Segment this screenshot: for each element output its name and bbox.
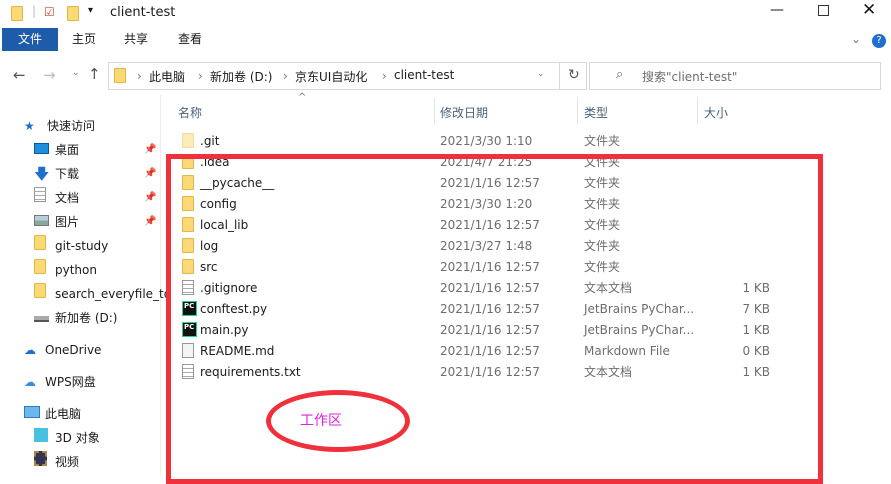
star-icon: ★: [24, 119, 35, 133]
file-name: .git: [200, 134, 220, 148]
sidebar-item[interactable]: 桌面 📌: [0, 138, 160, 162]
minimize-icon[interactable]: —: [770, 2, 784, 18]
sidebar-item[interactable]: python: [0, 258, 160, 282]
forward-arrow-icon[interactable]: →: [43, 66, 56, 84]
sidebar-item-label: WPS网盘: [45, 375, 96, 389]
breadcrumb-drive[interactable]: 新加卷 (D:): [210, 68, 272, 85]
sidebar-item[interactable]: 此电脑: [0, 402, 160, 426]
cloud-outline-icon: ☁: [24, 375, 36, 389]
tab-view[interactable]: 查看: [166, 28, 214, 51]
new-folder-icon[interactable]: [67, 6, 79, 21]
sidebar-item[interactable]: ★ 快速访问: [0, 114, 160, 138]
folder-icon: [34, 258, 46, 282]
sidebar-item-label: python: [55, 263, 97, 277]
folder-icon: [34, 234, 46, 258]
computer-icon: [24, 402, 40, 426]
refresh-icon[interactable]: ↻: [568, 67, 580, 83]
sidebar-item[interactable]: ☁ OneDrive: [0, 338, 160, 362]
file-date: 2021/3/30 1:10: [440, 134, 533, 148]
sidebar-item-label: 桌面: [55, 143, 80, 157]
sidebar-item[interactable]: 文档 📌: [0, 186, 160, 210]
expand-ribbon-chevron-icon[interactable]: ⌄: [851, 32, 861, 46]
sidebar-item-label: OneDrive: [45, 343, 102, 357]
video-icon: [34, 450, 47, 474]
divider: |: [32, 4, 37, 18]
sidebar-item-label: search_everyfile_to: [55, 287, 172, 301]
download-icon: 🡇: [34, 165, 50, 183]
window-title: client-test: [110, 5, 176, 20]
sidebar-item[interactable]: 新加卷 (D:): [0, 306, 160, 330]
pin-icon[interactable]: 📌: [144, 138, 156, 162]
folder-icon: [34, 282, 46, 306]
breadcrumb-this-pc[interactable]: 此电脑: [149, 68, 185, 85]
sidebar-item-label: 下载: [55, 167, 80, 181]
pin-icon[interactable]: 📌: [144, 210, 156, 234]
sidebar-item-label: 此电脑: [45, 407, 82, 421]
sidebar-item-label: 快速访问: [47, 119, 96, 133]
document-icon: [34, 186, 46, 210]
pictures-icon: [34, 210, 49, 234]
sidebar-item[interactable]: 🡇 下载 📌: [0, 162, 160, 186]
search-placeholder: 搜索"client-test": [642, 70, 738, 84]
properties-icon[interactable]: ☑: [44, 5, 55, 19]
breadcrumb-folder[interactable]: 京东UI自动化: [295, 68, 367, 85]
cloud-icon: ☁: [24, 343, 36, 357]
folder-icon: [114, 68, 126, 83]
sidebar-item-label: 新加卷 (D:): [55, 311, 118, 325]
sort-ascending-icon: ^: [298, 92, 307, 103]
close-icon[interactable]: ✕: [862, 0, 876, 20]
pin-icon[interactable]: 📌: [144, 186, 156, 210]
up-arrow-icon[interactable]: ↑: [88, 65, 101, 83]
back-arrow-icon[interactable]: ←: [13, 66, 26, 84]
help-icon[interactable]: ?: [872, 34, 886, 48]
column-name[interactable]: 名称: [178, 104, 202, 121]
tab-home[interactable]: 主页: [60, 28, 108, 51]
drive-icon: [34, 306, 49, 330]
folder-icon: [11, 6, 23, 21]
search-icon: ⌕: [616, 67, 624, 82]
sidebar-item[interactable]: 图片 📌: [0, 210, 160, 234]
sidebar-item[interactable]: search_everyfile_to: [0, 282, 171, 306]
address-bar[interactable]: › 此电脑 › 新加卷 (D:) › 京东UI自动化 › client-test…: [108, 62, 587, 90]
tab-file[interactable]: 文件: [2, 28, 58, 51]
maximize-icon[interactable]: [818, 5, 829, 16]
desktop-icon: [34, 138, 49, 162]
cube-icon: [34, 426, 48, 450]
sidebar-item-label: 视频: [55, 455, 80, 469]
file-type: 文件夹: [584, 134, 621, 148]
file-row[interactable]: .git 2021/3/30 1:10 文件夹: [176, 131, 776, 152]
column-size[interactable]: 大小: [704, 104, 728, 121]
annotation-label: 工作区: [300, 413, 342, 429]
column-type[interactable]: 类型: [584, 104, 608, 121]
search-input[interactable]: ⌕ 搜索"client-test": [589, 62, 881, 90]
sidebar-item[interactable]: 视频: [0, 450, 160, 474]
sidebar-item[interactable]: git-study: [0, 234, 160, 258]
recent-locations-chevron-icon[interactable]: ⌄: [72, 68, 80, 78]
annotation-rectangle: [166, 154, 823, 484]
sidebar-item[interactable]: 3D 对象: [0, 426, 160, 450]
sidebar-item-label: 文档: [55, 191, 80, 205]
customize-toolbar-chevron-icon[interactable]: ▾: [88, 5, 93, 16]
sidebar-item-label: git-study: [55, 239, 109, 253]
sidebar-item[interactable]: ☁ WPS网盘: [0, 370, 160, 394]
tab-share[interactable]: 共享: [112, 28, 160, 51]
column-date[interactable]: 修改日期: [440, 104, 488, 121]
breadcrumb-current[interactable]: client-test: [394, 68, 454, 82]
sidebar-item-label: 3D 对象: [55, 431, 100, 445]
pin-icon[interactable]: 📌: [144, 162, 156, 186]
sidebar-item-label: 图片: [55, 215, 80, 229]
